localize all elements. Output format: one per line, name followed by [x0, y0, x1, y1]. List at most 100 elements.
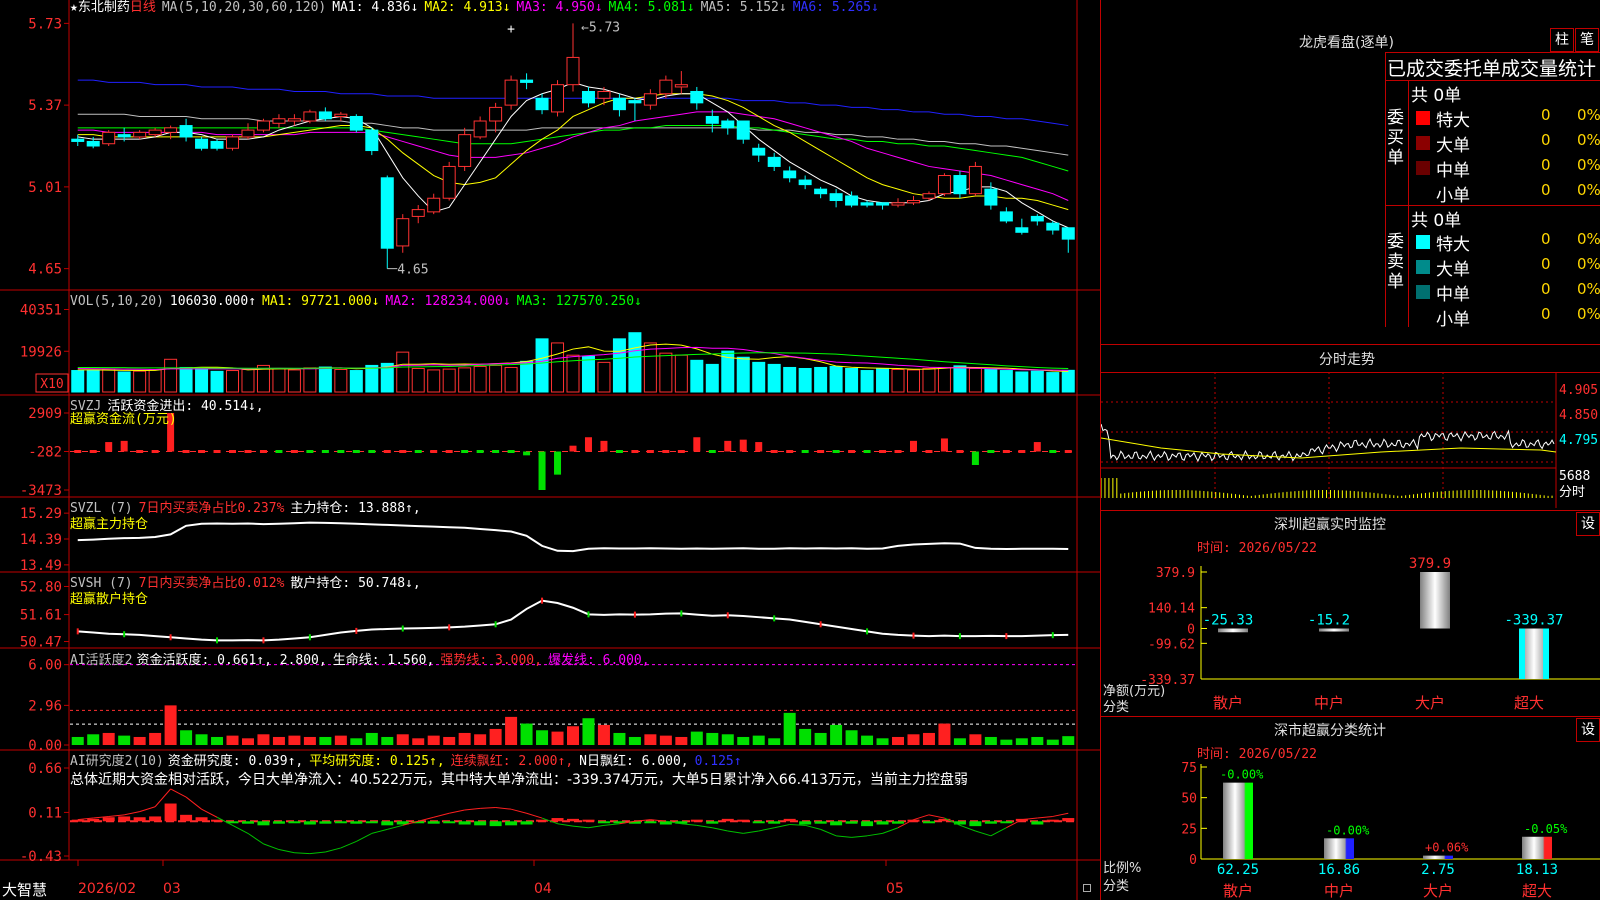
fund-flow-bar	[229, 450, 237, 453]
volume-bar	[365, 364, 379, 393]
volume-bar	[612, 338, 626, 393]
candle-body	[597, 90, 611, 99]
vol-unit-label: X10	[40, 377, 63, 392]
volume-bar	[195, 367, 209, 393]
volume-bar	[674, 354, 688, 393]
fund-flow-bar	[1049, 450, 1057, 453]
order-type-label: 大单	[1436, 260, 1470, 280]
activity-bar	[257, 734, 270, 745]
star-icon[interactable]: ★	[70, 0, 78, 15]
volume-bar	[117, 371, 131, 393]
axis-tick-label: -0.43	[20, 849, 62, 865]
sz-axis-label: -99.62	[1148, 637, 1195, 652]
brand-logo[interactable]: 大智慧	[2, 879, 47, 900]
candle-body	[628, 100, 642, 104]
volume-bar	[581, 355, 595, 393]
fund-flow-bar	[863, 450, 871, 453]
research-line	[340, 841, 357, 849]
research-line	[495, 807, 512, 810]
activity-bar	[195, 734, 208, 745]
bar-mode-button[interactable]: 柱	[1550, 28, 1574, 52]
research-bar	[505, 821, 518, 826]
fund-flow-bar	[213, 450, 221, 453]
ss-title: 深市超赢分类统计	[1274, 723, 1386, 739]
candle-body	[705, 115, 719, 124]
activity-bar	[953, 738, 966, 745]
research-line	[371, 828, 388, 834]
volume-bar	[334, 369, 348, 393]
ss-axis-label: 0	[1189, 853, 1197, 868]
research-bar	[381, 821, 394, 826]
activity-bar	[164, 705, 177, 745]
intraday-axis-label: 分时	[1559, 485, 1585, 500]
lock-icon[interactable]	[1083, 884, 1091, 892]
fund-flow-bar	[956, 450, 964, 453]
volume-bar	[272, 367, 286, 393]
stat-title: 已成交委托单成交量统计	[1387, 58, 1597, 80]
research-line	[805, 824, 821, 830]
candle-body	[690, 90, 704, 104]
activity-bar	[984, 736, 997, 745]
volume-bar	[133, 370, 147, 393]
research-line	[232, 824, 249, 834]
research-bar	[520, 821, 533, 825]
candle-body	[581, 90, 595, 104]
sz-bar-chart: 379.9 140.14 0-99.62 -339.37 -25.33 -15.2 379.…	[1140, 556, 1600, 712]
candle-body	[504, 79, 518, 106]
axis-tick-label: 50.47	[20, 635, 62, 651]
activity-bar	[272, 736, 285, 745]
candle-body	[442, 165, 456, 199]
fund-flow-bar	[646, 450, 654, 453]
volume-bar	[71, 370, 85, 393]
axis-tick-label: 2909	[28, 406, 62, 422]
volume-bar	[164, 358, 178, 393]
intraday-chart[interactable]: 4.905 4.850 4.795 5688分时	[1101, 372, 1600, 508]
research-bar	[644, 821, 657, 824]
candle-body	[659, 79, 673, 95]
stock-name: 东北制药	[77, 0, 130, 15]
svsh-name: SVSH (7)	[70, 576, 133, 591]
order-percent: 0%	[1577, 131, 1600, 149]
research-line	[139, 806, 156, 813]
svzl-header: SVZL (7) 7日内买卖净占比0.237% 主力持仓: 13.888↑,	[70, 501, 427, 517]
fund-flow-bar	[461, 450, 469, 453]
axis-tick-label: -3473	[20, 483, 62, 499]
order-count: 0	[1541, 131, 1551, 149]
fund-flow-bar	[755, 442, 763, 452]
fund-flow-bar	[832, 450, 840, 453]
chart-area[interactable]: 5.73 5.37 5.01 4.65 ←5.73 4.65 +40351 19926 X10 2…	[0, 0, 1100, 900]
research-bar	[969, 821, 982, 827]
ai2-t2: 平均研究度: 0.125↑,	[309, 754, 445, 769]
ss-bar	[1223, 782, 1253, 859]
volume-bar	[767, 363, 781, 393]
sz-axis-label: 379.9	[1156, 566, 1195, 581]
ss-category-label: 散户	[1223, 882, 1253, 900]
axis-tick-label: 14.39	[20, 532, 62, 548]
research-line	[696, 824, 713, 829]
order-color-swatch	[1416, 161, 1430, 175]
fund-flow-bar	[739, 439, 747, 452]
axis-tick-label: 15.29	[20, 506, 62, 522]
research-bar	[768, 821, 781, 824]
research-line	[278, 849, 295, 854]
fund-flow-bar	[817, 450, 825, 453]
research-bar	[87, 818, 100, 822]
ss-settings-button[interactable]: 设	[1576, 718, 1600, 742]
candle-body	[365, 129, 379, 152]
sz-settings-button[interactable]: 设	[1576, 512, 1600, 536]
period-label[interactable]: 日线	[130, 0, 156, 15]
sz-bar	[1319, 628, 1349, 632]
order-color-swatch	[1416, 235, 1430, 249]
activity-bar	[458, 732, 471, 745]
fund-flow-bar	[677, 450, 685, 453]
ai2-t4: N日飘红: 6.000,	[579, 754, 689, 769]
order-type-label: 特大	[1436, 235, 1470, 255]
candle-body	[489, 106, 503, 122]
svsh-text1: 7日内买卖净占比0.012%	[138, 576, 285, 591]
month-05: 05	[886, 881, 904, 897]
research-bar	[551, 818, 564, 822]
tick-mode-button[interactable]: 笔	[1575, 28, 1599, 52]
activity-bar	[149, 732, 162, 745]
axis-tick-label: 5.73	[28, 16, 62, 32]
fund-flow-bar	[615, 450, 623, 453]
